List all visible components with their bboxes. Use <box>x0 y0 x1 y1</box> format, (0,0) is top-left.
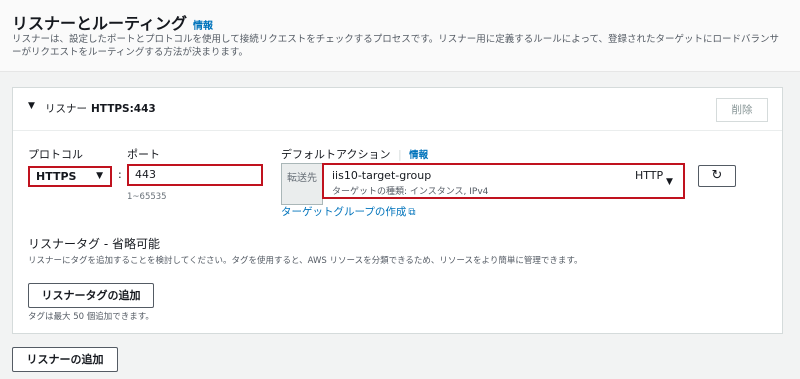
protocol-port-separator: : <box>118 168 122 181</box>
tag-limit-note: タグは最大 50 個追加できます。 <box>28 312 154 322</box>
listener-tags-description: リスナーにタグを追加することを検討してください。タグを使用すると、AWS リソー… <box>28 256 583 266</box>
add-listener-button[interactable]: リスナーの追加 <box>12 347 118 372</box>
title-text: リスナーとルーティング <box>12 14 188 33</box>
target-group-type: ターゲットの種類: インスタンス, IPv4 <box>332 187 489 197</box>
default-action-label: デフォルトアクション | 情報 <box>281 146 428 162</box>
listener-title[interactable]: リスナー HTTPS:443 <box>45 101 156 116</box>
port-label: ポート <box>127 148 160 161</box>
listener-value: HTTPS:443 <box>91 103 156 115</box>
info-link[interactable]: 情報 <box>193 21 213 32</box>
section-description: リスナーは、設定したポートとプロトコルを使用して接続リクエストをチェックするプロ… <box>12 34 780 58</box>
target-group-name: iis10-target-group <box>332 169 432 182</box>
forward-label: 転送先 <box>281 163 323 205</box>
create-target-group-text: ターゲットグループの作成 <box>281 206 407 218</box>
dropdown-arrow-icon: ▼ <box>96 171 103 181</box>
port-input[interactable]: 443 <box>127 164 263 186</box>
default-action-info-link[interactable]: 情報 <box>409 150 428 161</box>
external-link-icon: ⧉ <box>408 207 416 218</box>
listener-panel-header: ▼ リスナー HTTPS:443 削除 <box>13 88 782 131</box>
target-group-protocol: HTTP <box>635 169 664 182</box>
target-group-select[interactable]: iis10-target-group ターゲットの種類: インスタンス, IPv… <box>322 163 685 199</box>
port-hint: 1~65535 <box>127 192 167 202</box>
delete-button[interactable]: 削除 <box>716 98 768 122</box>
refresh-icon: ↻ <box>711 168 723 183</box>
listener-panel: ▼ リスナー HTTPS:443 削除 プロトコル ポート デフォルトアクション … <box>12 87 783 334</box>
dropdown-arrow-icon: ▼ <box>666 177 673 187</box>
label-divider: | <box>397 148 402 161</box>
create-target-group-link[interactable]: ターゲットグループの作成 ⧉ <box>281 204 416 219</box>
section-header: リスナーとルーティング 情報 リスナーは、設定したポートとプロトコルを使用して接続… <box>0 0 800 72</box>
protocol-label: プロトコル <box>28 148 83 161</box>
listener-tags-title: リスナータグ - 省略可能 <box>28 237 160 251</box>
protocol-select[interactable]: HTTPS ▼ <box>28 166 112 187</box>
default-action-text: デフォルトアクション <box>281 148 391 161</box>
add-listener-tag-button[interactable]: リスナータグの追加 <box>28 283 154 308</box>
refresh-button[interactable]: ↻ <box>698 165 736 187</box>
page-title: リスナーとルーティング 情報 <box>12 10 213 34</box>
protocol-value: HTTPS <box>36 170 77 183</box>
listener-label: リスナー <box>45 103 87 115</box>
caret-down-icon[interactable]: ▼ <box>28 101 35 111</box>
